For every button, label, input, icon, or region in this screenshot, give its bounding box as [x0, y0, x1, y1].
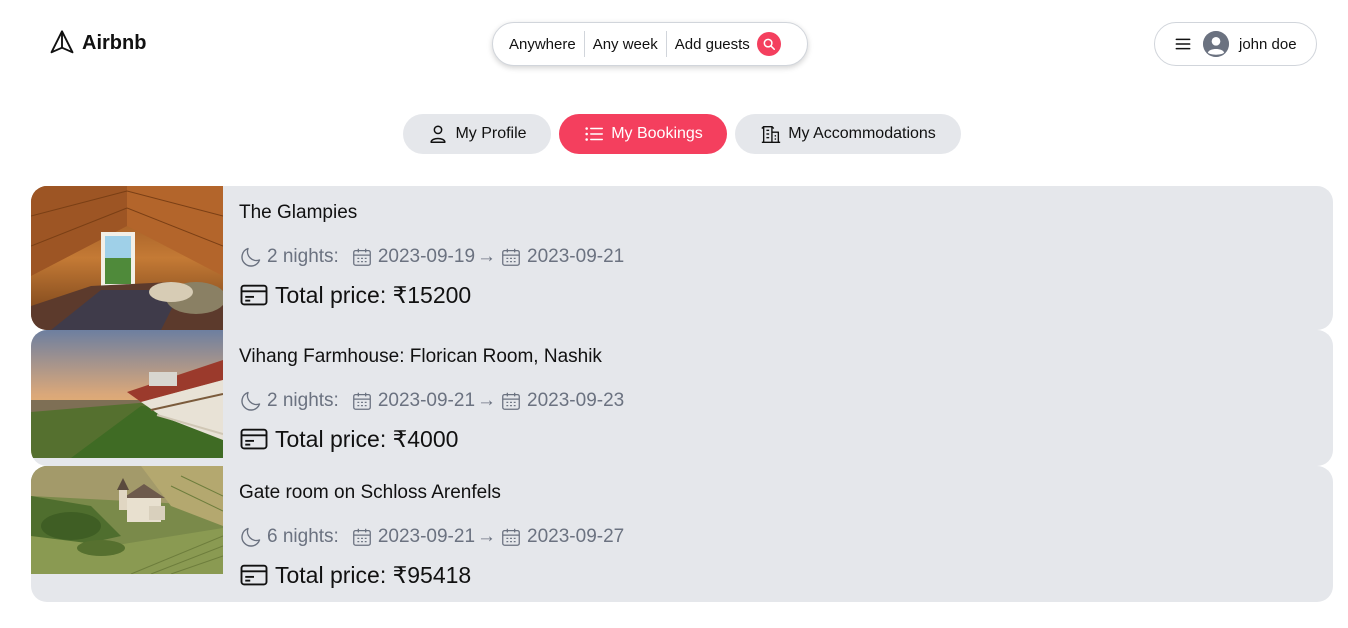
- booking-title: The Glampies: [239, 202, 358, 223]
- date-arrow: →: [477, 246, 497, 267]
- date-arrow: →: [477, 526, 497, 547]
- user-name: john doe: [1239, 35, 1297, 53]
- moon-icon: [241, 527, 261, 547]
- booking-check-in: 2023-09-21: [377, 390, 476, 411]
- booking-nights: 6 nights:: [267, 526, 339, 547]
- booking-dates: 6 nights: 2023-09-21 → 2023-09-27: [239, 522, 624, 552]
- user-icon: [430, 125, 447, 143]
- booking-total-price: Total price: ₹4000: [275, 425, 459, 452]
- booking-card[interactable]: The Glampies 2 nights: 2023-09-19 → 2023…: [31, 186, 1333, 330]
- calendar-icon: [502, 392, 520, 410]
- date-arrow: →: [477, 390, 497, 411]
- booking-photo: [31, 466, 223, 574]
- search-any-week[interactable]: Any week: [593, 36, 658, 53]
- calendar-icon: [502, 528, 520, 546]
- search-anywhere[interactable]: Anywhere: [509, 36, 576, 53]
- booking-check-in: 2023-09-21: [377, 526, 476, 547]
- tab-my-profile[interactable]: My Profile: [403, 114, 551, 154]
- booking-title: Gate room on Schloss Arenfels: [239, 482, 501, 503]
- building-icon: [761, 125, 781, 143]
- booking-check-in: 2023-09-19: [377, 246, 476, 267]
- tab-label: My Accommodations: [788, 125, 936, 142]
- search-icon: [763, 38, 775, 51]
- calendar-icon: [352, 392, 371, 410]
- tab-label: My Profile: [455, 125, 527, 142]
- search-divider: [665, 31, 667, 57]
- brand-logo-link[interactable]: Airbnb: [48, 28, 146, 58]
- search-divider: [583, 31, 585, 57]
- user-avatar-icon: [1203, 31, 1229, 57]
- tab-my-bookings[interactable]: My Bookings: [559, 114, 727, 154]
- booking-total-price: Total price: ₹95418: [275, 561, 472, 588]
- moon-icon: [241, 391, 261, 411]
- search-bar[interactable]: Anywhere Any week Add guests: [492, 22, 808, 66]
- booking-photo: [31, 186, 223, 330]
- moon-icon: [241, 247, 261, 267]
- booking-price: Total price: ₹95418: [239, 560, 471, 590]
- account-tabs: My Profile My Bookings My Accommodations: [0, 114, 1348, 154]
- tab-my-accommodations[interactable]: My Accommodations: [735, 114, 961, 154]
- credit-card-icon: [240, 284, 268, 306]
- booking-check-out: 2023-09-27: [527, 526, 625, 547]
- tab-label: My Bookings: [611, 125, 703, 142]
- booking-nights: 2 nights:: [267, 390, 339, 411]
- booking-check-out: 2023-09-21: [527, 246, 625, 267]
- avatar: [1203, 31, 1229, 57]
- calendar-icon: [352, 248, 371, 266]
- booking-price: Total price: ₹15200: [239, 280, 471, 310]
- search-button[interactable]: [756, 32, 781, 56]
- menu-icon: [1173, 34, 1193, 54]
- booking-dates: 2 nights: 2023-09-19 → 2023-09-21: [239, 242, 624, 272]
- booking-title: Vihang Farmhouse: Florican Room, Nashik: [239, 346, 602, 367]
- list-icon: [585, 127, 604, 141]
- calendar-icon: [502, 248, 520, 266]
- booking-photo: [31, 330, 223, 458]
- booking-total-price: Total price: ₹15200: [275, 281, 472, 308]
- search-add-guests[interactable]: Add guests: [675, 36, 750, 53]
- credit-card-icon: [240, 428, 268, 450]
- booking-card[interactable]: Vihang Farmhouse: Florican Room, Nashik …: [31, 330, 1333, 466]
- header: Airbnb Anywhere Any week Add guests john…: [0, 0, 1348, 90]
- airbnb-logo-icon: [50, 30, 74, 54]
- booking-nights: 2 nights:: [267, 246, 339, 267]
- booking-dates: 2 nights: 2023-09-21 → 2023-09-23: [239, 386, 624, 416]
- booking-check-out: 2023-09-23: [527, 390, 625, 411]
- credit-card-icon: [240, 564, 268, 586]
- calendar-icon: [352, 528, 371, 546]
- booking-card[interactable]: Gate room on Schloss Arenfels 6 nights: …: [31, 466, 1333, 602]
- user-menu-button[interactable]: john doe: [1154, 22, 1317, 66]
- booking-price: Total price: ₹4000: [239, 424, 458, 454]
- brand-name: Airbnb: [82, 31, 147, 54]
